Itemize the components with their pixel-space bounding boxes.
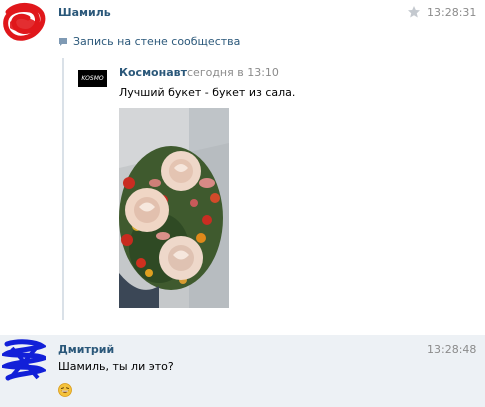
wall-post-label: Запись на стене сообщества	[73, 35, 241, 48]
message-author[interactable]: Шамиль	[58, 6, 111, 19]
bouquet-image	[119, 108, 229, 308]
message-item: Шамиль 13:28:31 Запись на стене сообщест…	[0, 0, 485, 330]
message-time: 13:28:31	[427, 6, 477, 19]
message-text: Шамиль, ты ли это?	[58, 360, 174, 373]
repost-text: Лучший букет - букет из сала.	[119, 86, 296, 99]
repost-time[interactable]: сегодня в 13:10	[187, 66, 279, 79]
community-logo[interactable]: KOSMO	[78, 70, 107, 87]
star-icon[interactable]	[407, 5, 421, 19]
community-logo-text: KOSMO	[81, 75, 104, 82]
post-photo[interactable]	[119, 108, 229, 308]
wall-post-link[interactable]: Запись на стене сообщества	[58, 35, 240, 48]
repost-author[interactable]: Космонавт	[119, 66, 187, 79]
grinning-face-icon	[58, 383, 72, 397]
avatar[interactable]	[2, 338, 46, 382]
avatar[interactable]	[2, 2, 46, 42]
message-time: 13:28:48	[427, 343, 477, 356]
comment-icon	[59, 37, 67, 46]
message-author[interactable]: Дмитрий	[58, 343, 114, 356]
repost-quote-bar	[62, 58, 64, 320]
